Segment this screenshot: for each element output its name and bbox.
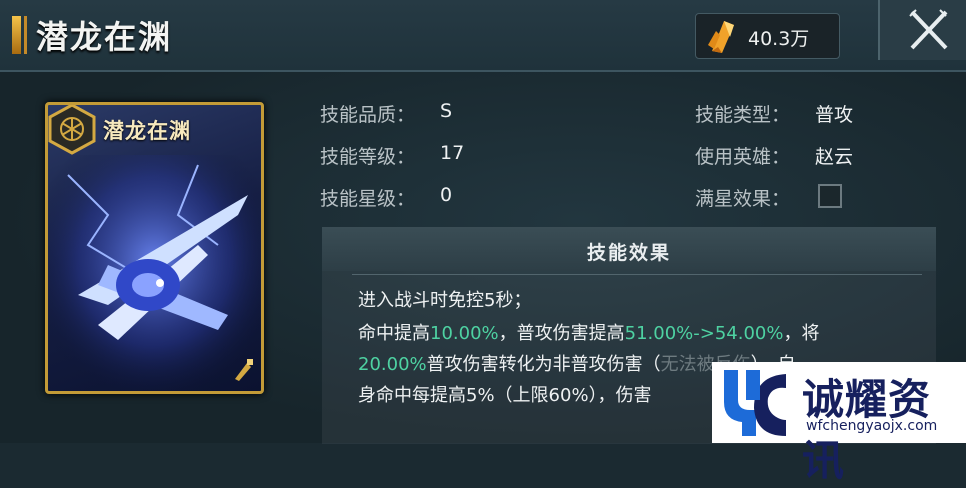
- effect-highlight: 10.00%: [430, 323, 499, 344]
- type-label: 技能类型：: [695, 104, 791, 126]
- max-star-label: 满星效果：: [695, 188, 791, 210]
- quality-label: 技能品质：: [320, 104, 416, 126]
- hero-value: 赵云: [815, 146, 854, 168]
- watermark-url: wfchengyaojx.com: [806, 418, 938, 434]
- level-label: 技能等级：: [320, 146, 416, 168]
- hero-label: 使用英雄：: [695, 146, 791, 168]
- page-title: 潜龙在渊: [36, 18, 173, 56]
- brush-icon: [235, 359, 253, 381]
- level-value: 17: [440, 142, 465, 164]
- currency-value: 40.3万: [748, 28, 810, 50]
- max-star-checkbox[interactable]: [818, 184, 842, 208]
- effect-text: ，普攻伤害提高: [498, 323, 625, 344]
- type-value: 普攻: [815, 104, 854, 126]
- title-accent: [12, 16, 21, 54]
- close-x-icon: [909, 9, 948, 50]
- quality-value: S: [440, 100, 453, 122]
- effect-divider: [352, 274, 922, 275]
- effect-line-4: 身命中每提高5%（上限60%），伤害: [358, 385, 652, 406]
- effect-text: 命中提高: [358, 323, 430, 344]
- watermark: 诚耀资讯 wfchengyaojx.com: [712, 362, 966, 485]
- skill-artwork: [48, 155, 261, 391]
- close-button[interactable]: [878, 0, 966, 60]
- effect-highlight: 51.00%->54.00%: [624, 323, 784, 344]
- effect-title: 技能效果: [586, 242, 671, 264]
- effect-text: 普攻伤害转化为非普攻伤害（: [426, 354, 661, 375]
- card-title: 潜龙在渊: [103, 118, 191, 143]
- effect-header: 技能效果: [322, 228, 936, 271]
- effect-line-1: 进入战斗时免控5秒；: [358, 290, 532, 311]
- stars-label: 技能星级：: [320, 188, 416, 210]
- title-accent-line: [24, 16, 27, 54]
- watermark-logo-icon: [724, 370, 786, 436]
- effect-highlight: 20.00%: [358, 354, 427, 375]
- skill-card: 潜龙在渊: [45, 102, 264, 394]
- effect-text: ，将: [783, 323, 820, 344]
- effect-line-2: 命中提高10.00%，普攻伤害提高51.00%->54.00%，将: [358, 319, 820, 345]
- crystal-icon: [708, 21, 734, 53]
- stars-value: 0: [440, 184, 453, 206]
- header-bar: 潜龙在渊 40.3万: [0, 0, 966, 72]
- hexagon-emblem-icon: [48, 105, 96, 155]
- currency-display: 40.3万: [695, 13, 840, 59]
